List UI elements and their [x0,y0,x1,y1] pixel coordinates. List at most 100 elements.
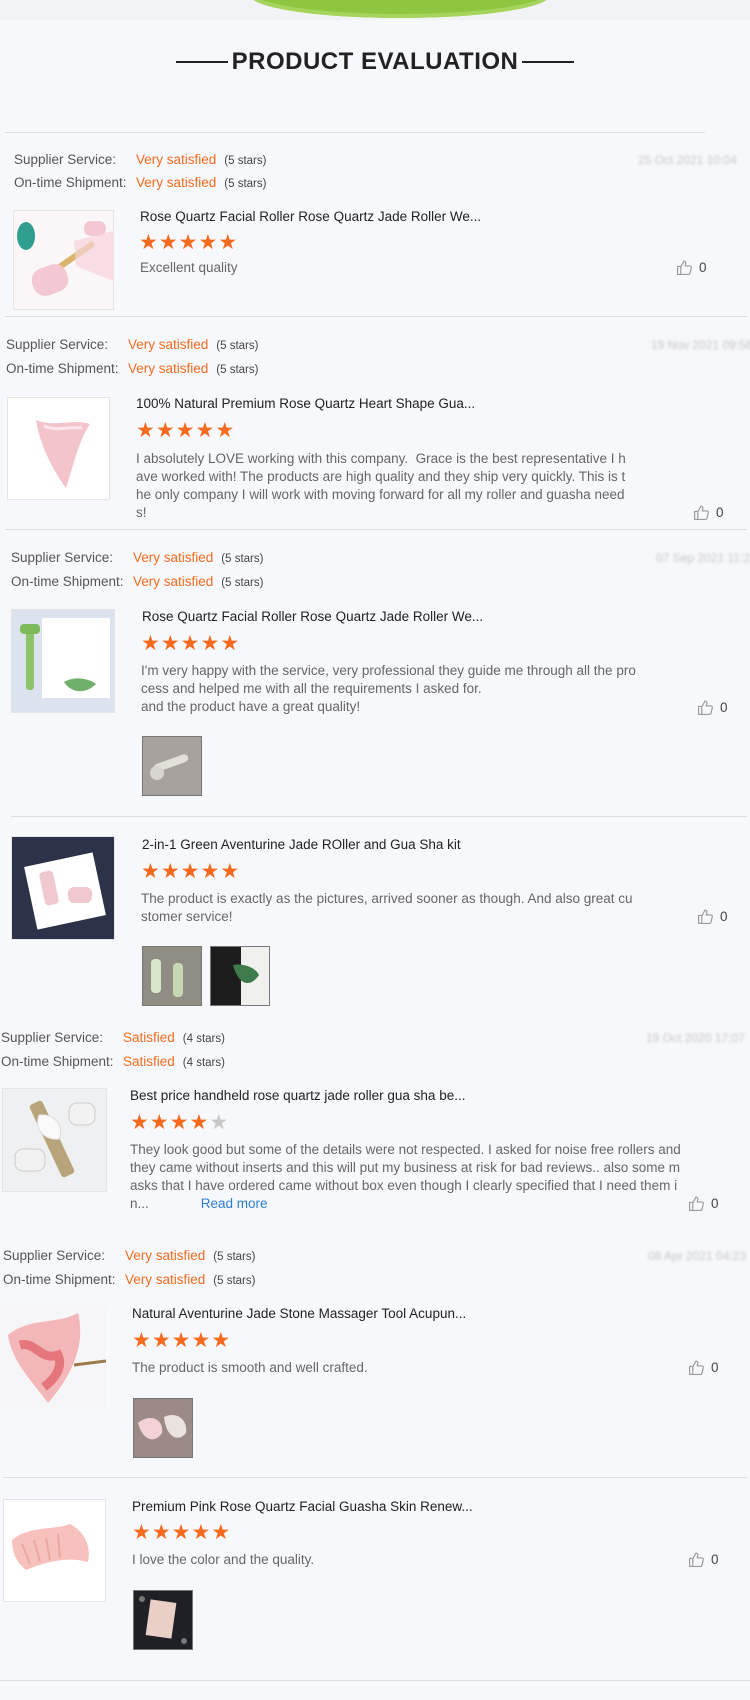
supplier-service-rating: Supplier Service: Very satisfied (5 stars) [11,550,264,565]
review-text: I love the color and the quality. [132,1552,315,1567]
product-title-link[interactable]: Best price handheld rose quartz jade rol… [130,1088,465,1103]
product-thumbnail[interactable] [2,1088,107,1192]
thumbs-up-icon [688,1360,711,1375]
star-icon: ★ [191,1329,211,1352]
star-icon: ★ [200,860,220,883]
star-icon: ★ [139,231,158,254]
star-icon: ★ [171,1521,191,1544]
product-thumbnail[interactable] [3,1499,106,1602]
divider [3,1477,747,1478]
star-icon: ★ [218,231,238,254]
product-title-link[interactable]: Rose Quartz Facial Roller Rose Quartz Ja… [142,609,483,624]
thumbs-up-icon [688,1196,711,1211]
star-icon: ★ [155,419,175,442]
divider [0,1680,750,1681]
thumbs-up-icon [676,260,699,275]
divider [5,529,747,530]
section-title: PRODUCT EVALUATION [231,48,519,75]
star-icon: ★ [160,860,180,883]
star-icon: ★ [136,419,155,442]
thumbs-up-icon [697,909,720,924]
supplier-service-rating: Supplier Service: Very satisfied (5 stars) [14,152,267,167]
star-icon: ★ [220,860,240,883]
review-rating: ★★★★★ [132,1329,231,1353]
divider [5,316,747,317]
star-icon: ★ [220,632,240,655]
supplier-service-rating: Supplier Service: Very satisfied (5 stars) [3,1248,256,1263]
like-button[interactable]: 0 [697,908,728,925]
product-title-link[interactable]: Premium Pink Rose Quartz Facial Guasha S… [132,1499,473,1514]
product-thumbnail[interactable] [11,609,115,713]
review-date: 08 Apr 2021 04:23 [648,1249,747,1263]
star-icon: ★ [180,860,200,883]
thumbs-up-icon [688,1552,711,1567]
product-title-link[interactable]: Rose Quartz Facial Roller Rose Quartz Ja… [140,209,481,224]
read-more-link[interactable]: Read more [201,1196,268,1211]
section-heading: PRODUCT EVALUATION [0,48,750,76]
thumbs-up-icon [697,700,720,715]
like-button[interactable]: 0 [676,259,707,276]
review-photo[interactable] [133,1398,193,1458]
like-button[interactable]: 0 [688,1195,719,1212]
star-icon: ★ [189,1111,209,1134]
product-title-link[interactable]: 2-in-1 Green Aventurine Jade ROller and … [142,837,461,852]
review-text: The product is exactly as the pictures, … [141,891,633,924]
star-icon: ★ [151,1329,171,1352]
star-icon: ★ [195,419,215,442]
star-icon: ★ [209,1111,229,1134]
shipment-rating: On-time Shipment: Very satisfied (5 stars) [3,1272,256,1287]
like-button[interactable]: 0 [688,1359,719,1376]
star-icon: ★ [132,1521,151,1544]
review-photo[interactable] [210,946,270,1006]
like-count: 0 [711,1196,719,1211]
top-product-image-strip [0,0,750,20]
star-icon: ★ [132,1329,151,1352]
like-button[interactable]: 0 [697,699,728,716]
product-thumbnail[interactable] [0,1305,106,1409]
like-count: 0 [711,1552,719,1567]
shipment-rating: On-time Shipment: Very satisfied (5 stars) [6,361,259,376]
product-title-link[interactable]: 100% Natural Premium Rose Quartz Heart S… [136,396,475,411]
product-thumbnail[interactable] [7,397,110,500]
review-date: 19 Oct 2020 17:07 [646,1031,745,1045]
like-count: 0 [720,700,728,715]
like-count: 0 [699,260,707,275]
star-icon: ★ [171,1329,191,1352]
star-icon: ★ [141,860,160,883]
star-icon: ★ [149,1111,169,1134]
review-photo[interactable] [142,736,202,796]
review-text: The product is smooth and well crafted. [132,1360,368,1375]
review-text: They look good but some of the details w… [130,1142,685,1211]
star-icon: ★ [215,419,235,442]
divider [11,816,747,817]
like-count: 0 [716,505,724,520]
star-icon: ★ [169,1111,189,1134]
product-title-link[interactable]: Natural Aventurine Jade Stone Massager T… [132,1306,466,1321]
review-photo[interactable] [142,946,202,1006]
shipment-rating: On-time Shipment: Very satisfied (5 stars) [14,175,267,190]
star-icon: ★ [211,1521,231,1544]
review-text: Excellent quality [140,260,238,275]
like-count: 0 [711,1360,719,1375]
product-thumbnail[interactable] [13,210,114,310]
divider [5,132,705,133]
star-icon: ★ [158,231,178,254]
star-icon: ★ [160,632,180,655]
star-icon: ★ [191,1521,211,1544]
star-icon: ★ [151,1521,171,1544]
review-date: 19 Nov 2021 09:56 [651,338,750,352]
shipment-rating: On-time Shipment: Satisfied (4 stars) [1,1054,225,1069]
star-icon: ★ [141,632,160,655]
like-button[interactable]: 0 [693,504,724,521]
star-icon: ★ [175,419,195,442]
like-button[interactable]: 0 [688,1551,719,1568]
star-icon: ★ [178,231,198,254]
thumbs-up-icon [693,505,716,520]
review-rating: ★★★★★ [132,1521,231,1545]
product-thumbnail[interactable] [11,836,115,940]
review-rating: ★★★★★ [139,231,238,255]
review-photo[interactable] [133,1590,193,1650]
star-icon: ★ [200,632,220,655]
like-count: 0 [720,909,728,924]
star-icon: ★ [211,1329,231,1352]
